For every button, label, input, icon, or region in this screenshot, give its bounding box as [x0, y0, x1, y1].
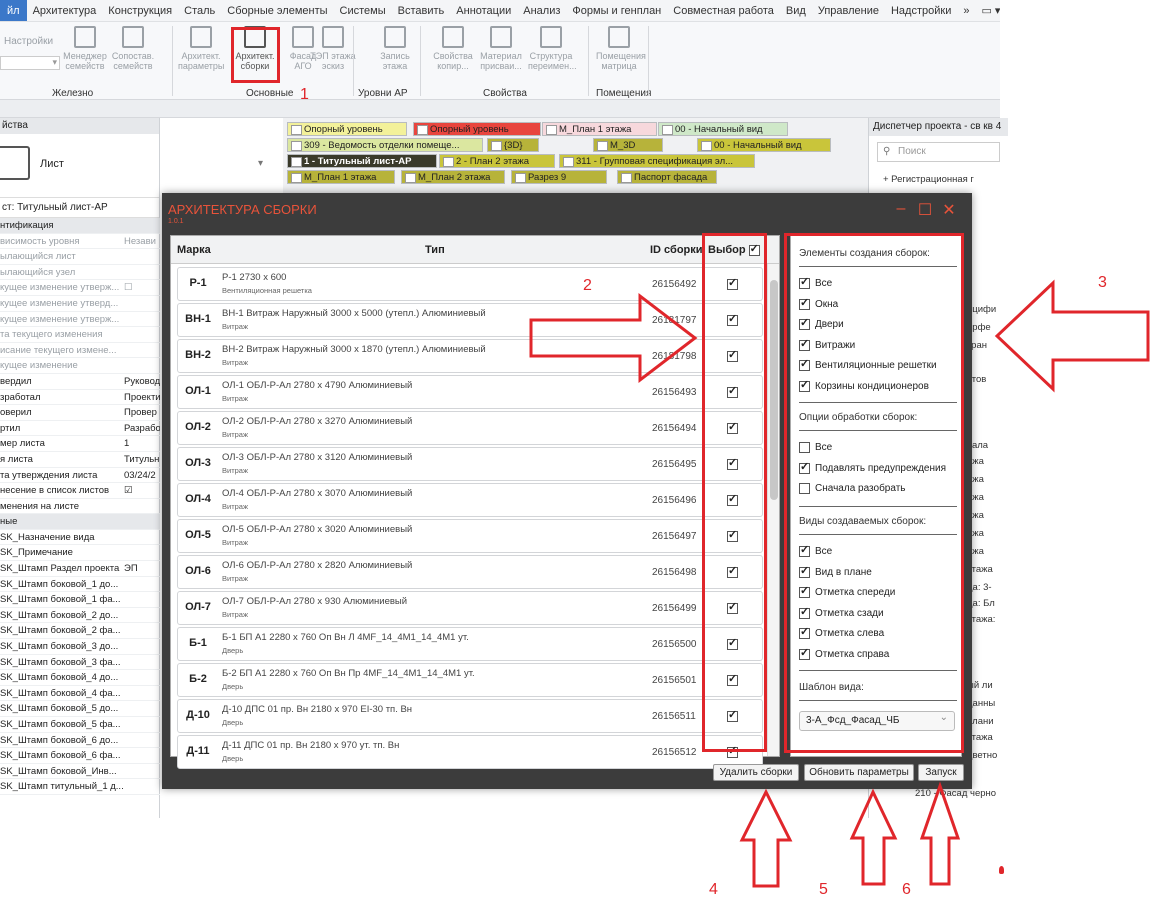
arrow-left-icon [994, 279, 1150, 393]
arrow-up-icon [919, 781, 961, 886]
arrow-right-icon [529, 292, 698, 384]
annotation-arrows [529, 279, 1150, 888]
arrow-up-icon [849, 788, 898, 886]
arrow-up-icon [739, 788, 793, 888]
